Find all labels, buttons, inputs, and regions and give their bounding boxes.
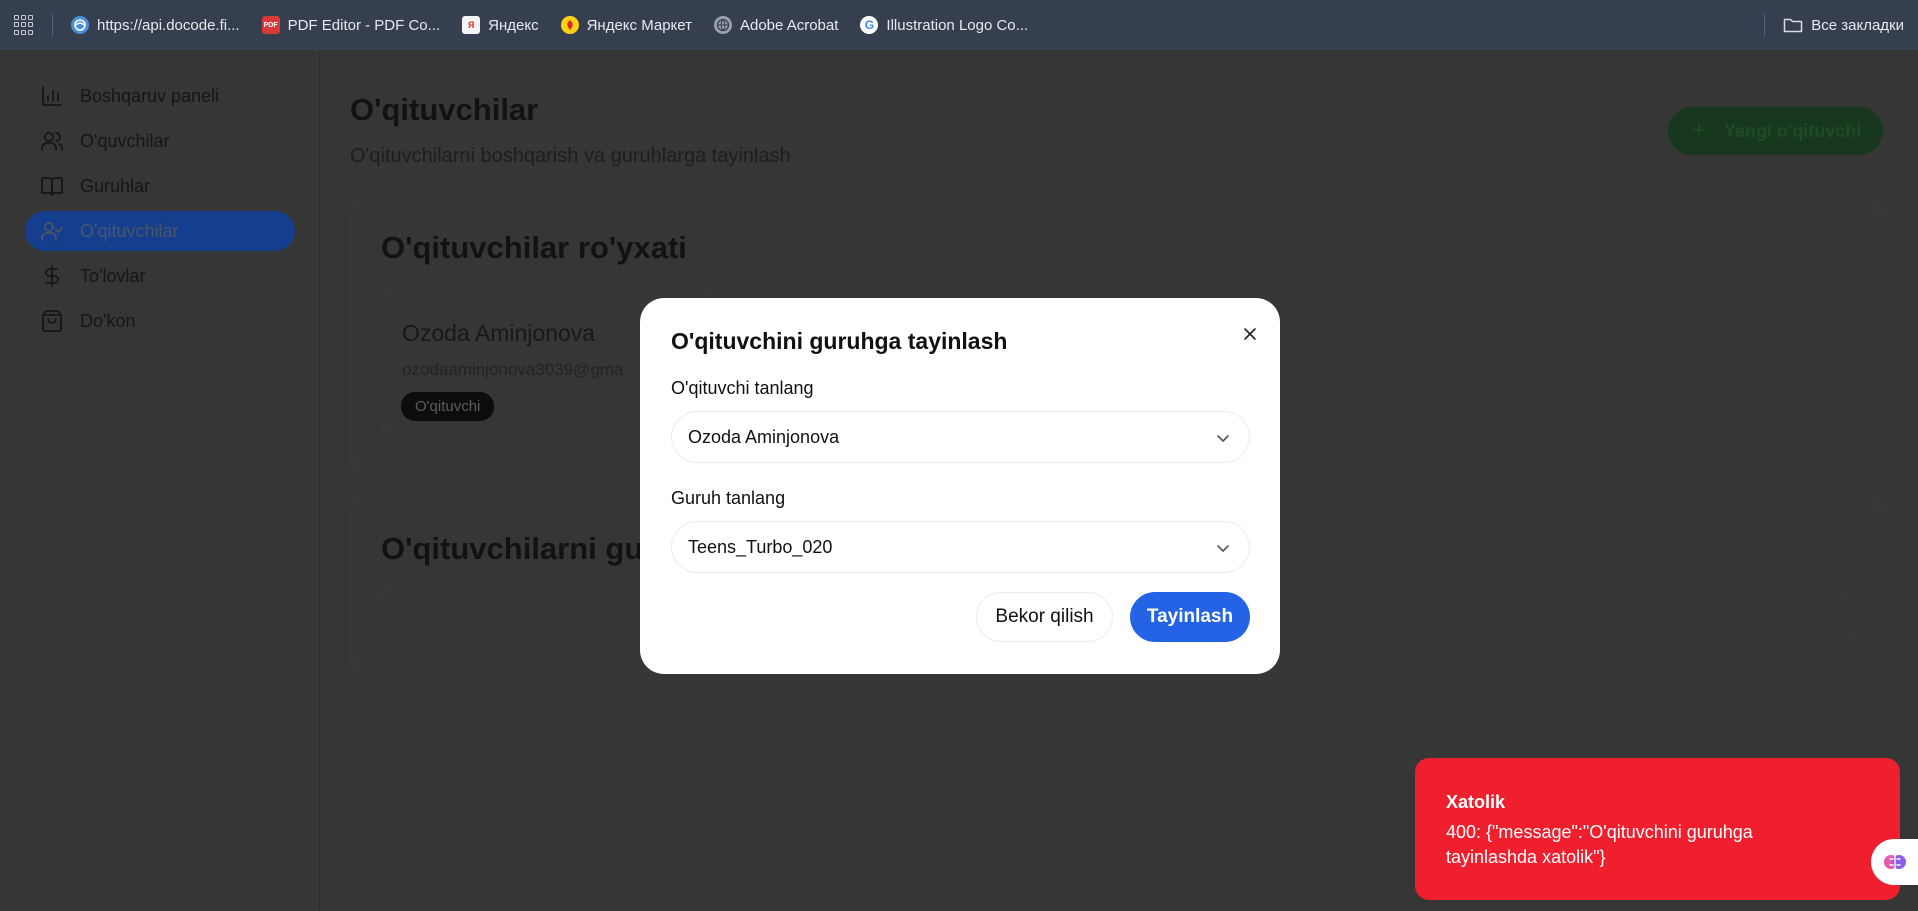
assign-teacher-dialog: O'qituvchini guruhga tayinlash O'qituvch… bbox=[640, 298, 1280, 674]
bookmark-label: Adobe Acrobat bbox=[739, 16, 839, 34]
teacher-select[interactable]: Ozoda Aminjonova bbox=[671, 411, 1250, 463]
sidebar-item-label: Do'kon bbox=[80, 310, 136, 331]
teacher-select-label: O'qituvchi tanlang bbox=[671, 378, 814, 398]
sidebar-item-payments[interactable]: To'lovlar bbox=[25, 256, 295, 296]
bookmarks-divider bbox=[1764, 14, 1766, 36]
sidebar-item-groups[interactable]: Guruhlar bbox=[25, 166, 295, 206]
role-badge: O'qituvchi bbox=[401, 392, 495, 421]
bookmark-label: Illustration Logo Co... bbox=[886, 16, 1029, 34]
apps-grid-icon[interactable] bbox=[14, 15, 34, 35]
sidebar-item-label: Guruhlar bbox=[80, 175, 151, 196]
all-bookmarks-label: Все закладки bbox=[1811, 16, 1904, 34]
teacher-name: Ozoda Aminjonova bbox=[402, 320, 596, 346]
group-select-label: Guruh tanlang bbox=[671, 488, 786, 508]
bar-chart-icon bbox=[42, 86, 62, 106]
sidebar-item-label: To'lovlar bbox=[80, 265, 146, 286]
assign-button[interactable]: Tayinlash bbox=[1130, 592, 1250, 642]
pdf-icon: PDF bbox=[261, 16, 280, 34]
bookmark-pdf-editor[interactable]: PDF PDF Editor - PDF Co... bbox=[261, 16, 441, 34]
sidebar-item-dashboard[interactable]: Boshqaruv paneli bbox=[25, 76, 295, 116]
dialog-title: O'qituvchini guruhga tayinlash bbox=[671, 328, 1008, 354]
toast-title: Xatolik bbox=[1446, 792, 1506, 812]
yandex-market-icon bbox=[560, 16, 579, 34]
user-check-icon bbox=[41, 222, 63, 241]
dollar-icon bbox=[45, 265, 59, 287]
folder-icon bbox=[1783, 18, 1803, 33]
assistant-button[interactable] bbox=[1871, 839, 1918, 885]
bookmark-label: Яндекс bbox=[488, 16, 539, 34]
bookmarks-bar: https://api.docode.fi... PDF PDF Editor … bbox=[0, 0, 1918, 50]
chevron-down-icon bbox=[1217, 435, 1229, 442]
group-select-value: Teens_Turbo_020 bbox=[688, 536, 833, 557]
chevron-down-icon bbox=[1217, 545, 1229, 552]
bookmark-yandex[interactable]: Я Яндекс bbox=[462, 16, 539, 34]
book-icon bbox=[41, 177, 63, 196]
all-bookmarks[interactable]: Все закладки bbox=[1764, 0, 1904, 50]
bookmark-label: Яндекс Маркет bbox=[586, 16, 692, 34]
globe-swirl-icon bbox=[71, 16, 89, 34]
bookmark-docode-api[interactable]: https://api.docode.fi... bbox=[71, 16, 240, 34]
bookmark-adobe-acrobat[interactable]: Adobe Acrobat bbox=[713, 16, 839, 34]
shopping-bag-icon bbox=[42, 310, 62, 332]
teacher-email: ozodaaminjonova3039@gma bbox=[402, 360, 624, 379]
add-teacher-label: Yangi o'qituvchi bbox=[1724, 120, 1862, 141]
globe-icon bbox=[713, 16, 732, 34]
add-teacher-button[interactable]: + Yangi o'qituvchi bbox=[1668, 107, 1883, 155]
bookmark-label: PDF Editor - PDF Co... bbox=[287, 16, 441, 34]
sidebar-item-students[interactable]: O'quvchilar bbox=[25, 121, 295, 161]
error-toast: Xatolik 400: {"message":"O'qituvchini gu… bbox=[1415, 758, 1900, 900]
sidebar-item-shop[interactable]: Do'kon bbox=[25, 301, 295, 341]
sidebar-item-label: O'quvchilar bbox=[80, 130, 170, 151]
assign-section-title: O'qituvchilarni guru bbox=[381, 531, 675, 566]
bookmarks-divider bbox=[52, 14, 53, 36]
users-icon bbox=[41, 132, 63, 151]
teachers-list-title: O'qituvchilar ro'yxati bbox=[381, 230, 687, 265]
page-title: O'qituvchilar bbox=[350, 92, 539, 127]
yandex-icon: Я bbox=[462, 16, 481, 34]
sidebar-item-label: Boshqaruv paneli bbox=[80, 85, 220, 106]
brain-icon bbox=[1883, 854, 1906, 870]
sidebar-item-teachers[interactable]: O'qituvchilar bbox=[25, 211, 295, 251]
bookmark-label: https://api.docode.fi... bbox=[97, 16, 240, 34]
toast-message: 400: {"message":"O'qituvchini guruhga ta… bbox=[1446, 822, 1753, 867]
plus-icon: + bbox=[1692, 117, 1707, 144]
page-subtitle: O'qituvchilarni boshqarish va guruhlarga… bbox=[350, 145, 791, 167]
bookmark-yandex-market[interactable]: Яндекс Маркет bbox=[560, 16, 692, 34]
group-select[interactable]: Teens_Turbo_020 bbox=[671, 521, 1250, 573]
sidebar-item-label: O'qituvchilar bbox=[80, 220, 179, 241]
teacher-select-value: Ozoda Aminjonova bbox=[688, 426, 840, 447]
close-icon[interactable] bbox=[1238, 322, 1262, 346]
bookmark-illustration-logo[interactable]: G Illustration Logo Co... bbox=[860, 16, 1028, 34]
cancel-button[interactable]: Bekor qilish bbox=[976, 592, 1113, 642]
google-icon: G bbox=[860, 16, 879, 34]
